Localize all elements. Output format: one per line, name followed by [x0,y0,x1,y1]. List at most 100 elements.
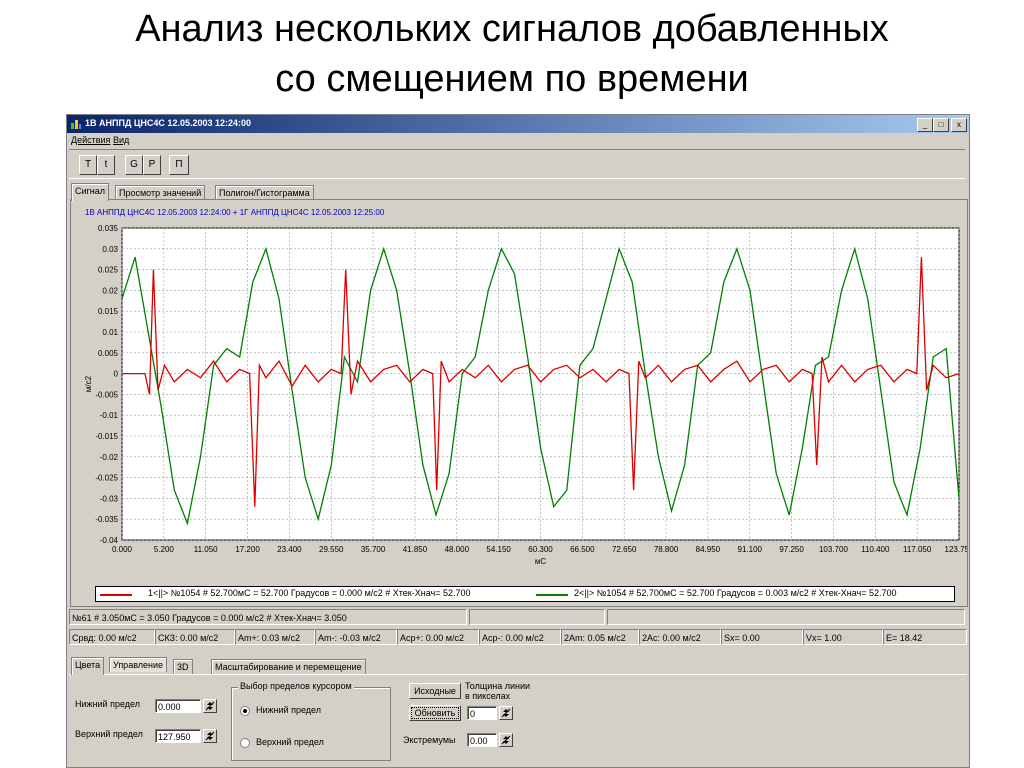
y-tick-label: -0.005 [95,390,118,399]
toolbar: T t G P П [69,149,965,179]
bottom-tab-control[interactable]: Управление [109,657,168,672]
cursor-limits-group: Выбор пределов курсором Нижний предел Ве… [231,681,391,761]
tab-signal[interactable]: Сигнал [71,183,110,201]
spinner-arrows-icon [205,701,215,711]
x-tick-label: 117.050 [903,545,932,554]
stat-vx: Vx= 1.00 [803,629,883,645]
y-tick-label: 0 [114,370,119,379]
tool-button-P[interactable]: P [143,155,161,175]
slide-title-line-2: со смещением по времени [275,58,749,100]
x-axis-label: мС [535,557,547,566]
lower-limit-input[interactable]: 0.000 [155,699,201,713]
y-tick-label: 0.005 [98,349,119,358]
x-tick-label: 5.200 [154,545,175,554]
y-tick-label: 0.015 [98,307,119,316]
menu-actions[interactable]: Действия [71,135,110,145]
stats-status-bar: Срвд: 0.00 м/с2 СКЗ: 0.00 м/с2 Am+: 0.03… [69,629,967,647]
bottom-tab-colors[interactable]: Цвета [71,657,105,675]
extremes-spinner[interactable] [499,733,513,747]
line-thickness-label-2: в пикселах [465,691,511,701]
radio-upper-limit[interactable] [240,738,250,748]
y-tick-label: -0.04 [100,536,119,545]
x-tick-label: 48.000 [445,545,470,554]
extremes-input[interactable]: 0.00 [467,733,497,747]
original-button[interactable]: Исходные [409,683,461,699]
menu-bar: Действия Вид [67,133,969,148]
tab-view-values[interactable]: Просмотр значений [115,185,206,200]
line-thickness-label: Толщина линии в пикселах [465,681,530,701]
upper-limit-spinner[interactable] [203,729,217,743]
stat-e: E= 18.42 [883,629,967,645]
stat-am-minus: Am-: -0.03 м/с2 [315,629,397,645]
cursor-limits-group-title: Выбор пределов курсором [238,681,354,691]
x-tick-label: 78.800 [654,545,679,554]
extremes-label: Экстремумы [403,735,456,745]
restore-button[interactable]: □ [933,118,949,132]
tool-button-П[interactable]: П [169,155,189,175]
upper-limit-input[interactable]: 127.950 [155,729,201,743]
y-tick-label: 0.035 [98,224,119,233]
x-tick-label: 11.050 [194,545,218,554]
x-tick-label: 60.300 [528,545,553,554]
tool-button-t[interactable]: t [97,155,115,175]
tab-divider [69,674,967,675]
stat-mean: Срвд: 0.00 м/с2 [69,629,155,645]
y-tick-label: -0.025 [95,474,118,483]
cursor-readout: №61 # 3.050мС = 3.050 Градусов = 0.000 м… [69,609,467,625]
control-panel: Цвета Управление 3D Масштабирование и пе… [69,657,967,765]
radio-lower-limit[interactable] [240,706,250,716]
y-tick-label: 0.03 [102,245,118,254]
chart-legend: 1<||> №1054 # 52.700мС = 52.700 Градусов… [95,586,955,602]
x-tick-label: 84.950 [696,545,721,554]
stat-rms: СКЗ: 0.00 м/с2 [155,629,235,645]
line-thickness-label-1: Толщина линии [465,681,531,691]
spinner-arrows-icon [501,708,511,718]
app-icon [71,120,81,129]
tool-button-T[interactable]: T [79,155,97,175]
radio-lower-limit-label: Нижний предел [256,705,321,715]
refresh-button[interactable]: Обновить [409,705,461,721]
x-tick-label: 66.500 [570,545,595,554]
stat-2ac: 2Ac: 0.00 м/с2 [639,629,721,645]
chart-panel: 1В АНППД ЦНС4С 12.05.2003 12:24:00 + 1Г … [70,199,968,607]
tab-polygon-histogram[interactable]: Полигон/Гистограмма [215,185,314,200]
minimize-button[interactable]: _ [917,118,933,132]
slide-title: Анализ нескольких сигналов добавленных с… [0,4,1024,104]
legend-series-1: 1<||> №1054 # 52.700мС = 52.700 Градусов… [148,588,471,598]
status-empty-1 [469,609,605,625]
line-thickness-input[interactable]: 0 [467,706,497,720]
legend-line-series-1 [100,594,132,596]
slide-title-line-1: Анализ нескольких сигналов добавленных [135,8,889,50]
stat-2am: 2Am: 0.05 м/с2 [561,629,639,645]
y-tick-label: -0.03 [100,494,119,503]
x-tick-label: 123.750 [945,545,967,554]
y-tick-label: -0.015 [95,432,118,441]
x-tick-label: 110.400 [861,545,890,554]
close-button[interactable]: x [951,118,967,132]
y-tick-label: -0.02 [100,453,119,462]
window-titlebar[interactable]: 1В АНППД ЦНС4С 12.05.2003 12:24:00 _ □ x [67,115,969,133]
x-tick-label: 0.000 [112,545,133,554]
line-thickness-spinner[interactable] [499,706,513,720]
x-tick-label: 23.400 [277,545,302,554]
bottom-tab-3d[interactable]: 3D [173,659,193,674]
spinner-arrows-icon [501,735,511,745]
bottom-tab-scaling[interactable]: Масштабирование и перемещение [211,659,366,674]
stat-sx: Sx= 0.00 [721,629,803,645]
lower-limit-label: Нижний предел [75,699,140,709]
radio-upper-limit-label: Верхний предел [256,737,324,747]
spinner-arrows-icon [205,731,215,741]
cursor-status-bar: №61 # 3.050мС = 3.050 Градусов = 0.000 м… [69,609,967,627]
x-tick-label: 72.650 [612,545,637,554]
tool-button-G[interactable]: G [125,155,143,175]
x-tick-label: 54.150 [486,545,511,554]
stat-am-plus: Am+: 0.03 м/с2 [235,629,315,645]
signal-chart[interactable]: 0.035 0.03 0.025 0.02 0.015 0.01 0.005 0 -0.005 -… [71,200,967,584]
lower-limit-spinner[interactable] [203,699,217,713]
x-tick-label: 41.850 [403,545,428,554]
window-title: 1В АНППД ЦНС4С 12.05.2003 12:24:00 [85,118,252,128]
x-tick-label: 29.550 [319,545,344,554]
menu-view[interactable]: Вид [113,135,129,145]
legend-line-series-2 [536,594,568,596]
stat-acp-plus: Аср+: 0.00 м/с2 [397,629,479,645]
